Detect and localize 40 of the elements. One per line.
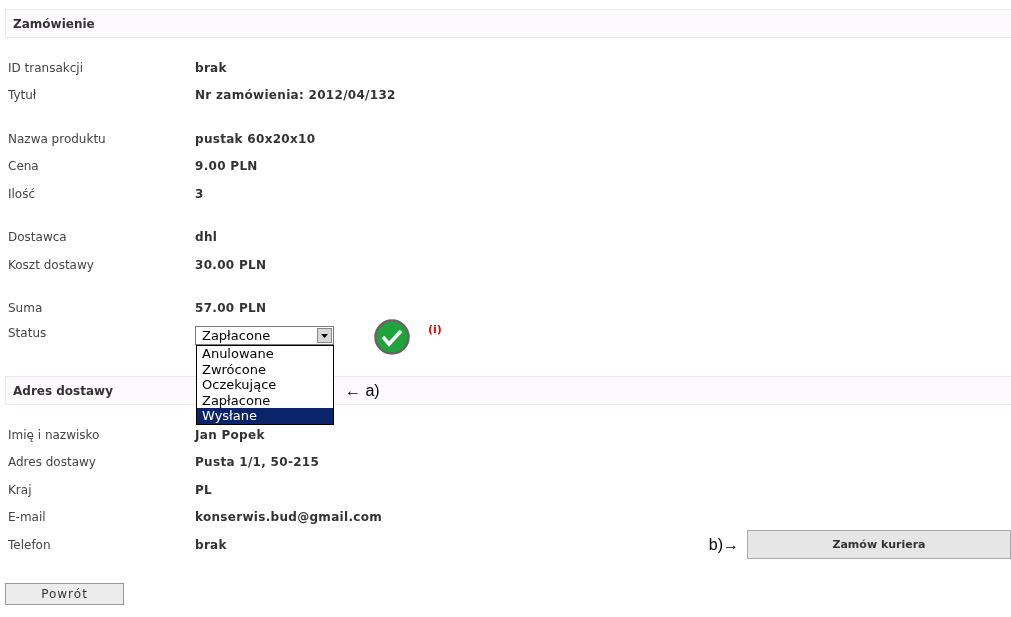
field-label: Koszt dostawy (7, 257, 95, 272)
field-value: 57.00 PLN (195, 301, 267, 316)
field-label: Kraj (7, 482, 33, 497)
field-value: pustak 60x20x10 (195, 131, 316, 146)
courier-button[interactable]: Zamów kuriera (747, 530, 1011, 560)
annotation-label: ← a) (345, 381, 380, 400)
field-value: PL (195, 482, 213, 497)
field-value: brak (195, 60, 227, 75)
dropdown-option[interactable]: Wysłane (197, 408, 333, 424)
field-label: Suma (7, 301, 44, 316)
field-value: 3 (195, 186, 204, 201)
field-label: Status (7, 326, 48, 340)
field-label: Tytuł (7, 88, 38, 103)
status-dropdown[interactable]: Zapłacone (195, 326, 334, 345)
field-label: Imię i nazwisko (7, 427, 101, 442)
field-value: dhl (195, 230, 218, 245)
dropdown-option[interactable]: Oczekujące (197, 377, 333, 393)
dropdown-option[interactable]: Zwrócone (197, 361, 333, 377)
field-label: Telefon (7, 537, 52, 552)
field-label: E-mail (7, 510, 47, 525)
field-value: 30.00 PLN (195, 257, 267, 272)
annotation-label: b)→ (708, 535, 739, 554)
field-value: brak (195, 537, 227, 552)
field-label: ID transakcji (7, 60, 84, 75)
field-value: Jan Popek (195, 427, 265, 442)
section-title: Zamówienie (13, 16, 95, 31)
field-label: Dostawca (7, 230, 68, 245)
dropdown-option[interactable]: Anulowane (197, 346, 333, 362)
back-button[interactable]: Powrót (5, 582, 124, 605)
field-value: Nr zamówienia: 2012/04/132 (195, 88, 396, 103)
section-title: Adres dostawy (13, 383, 113, 398)
field-value: 9.00 PLN (195, 159, 258, 174)
dropdown-option[interactable]: Zapłacone (197, 392, 333, 408)
field-value: konserwis.bud@gmail.com (195, 510, 382, 525)
field-label: Cena (7, 159, 40, 174)
field-label: Ilość (7, 186, 37, 201)
info-link[interactable]: (i) (428, 323, 442, 336)
field-label: Adres dostawy (7, 455, 97, 470)
field-label: Nazwa produktu (7, 131, 107, 146)
field-value: Pusta 1/1, 50-215 (195, 455, 320, 470)
